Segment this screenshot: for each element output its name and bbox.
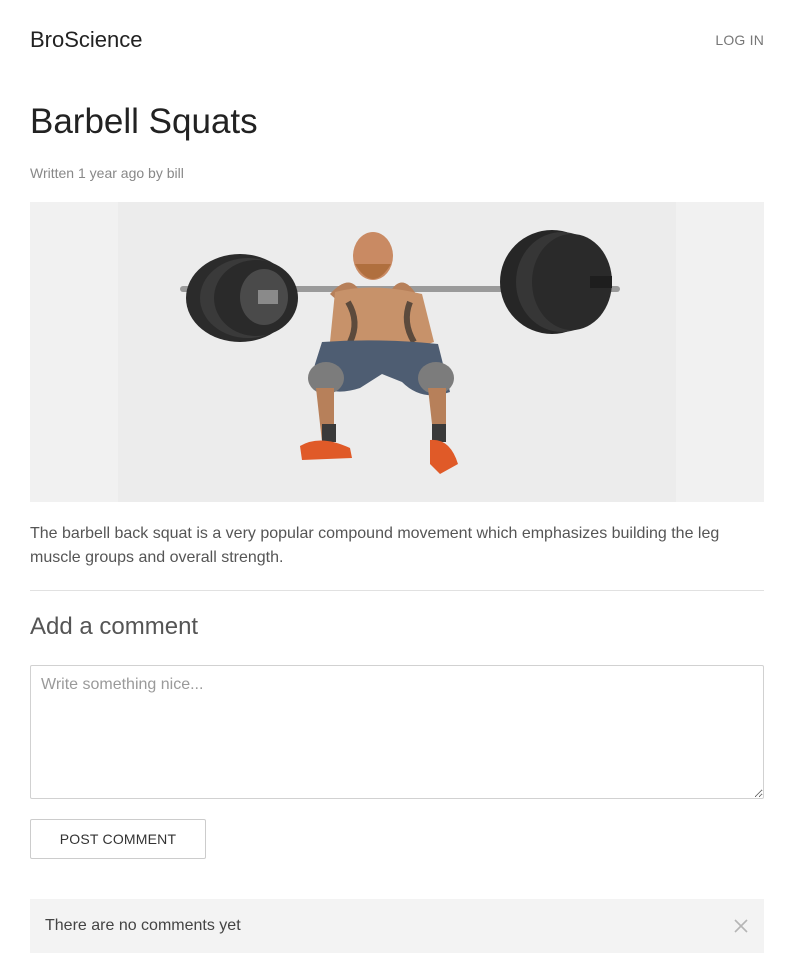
comment-section-heading: Add a comment <box>30 613 199 640</box>
meta-author: bill <box>166 165 184 181</box>
comment-input[interactable] <box>30 665 764 799</box>
meta-by-label: by <box>148 165 163 181</box>
no-comments-message: There are no comments yet <box>45 917 241 934</box>
brand-logo-link[interactable]: BroScience <box>30 26 143 54</box>
left-weight-plates <box>186 254 298 342</box>
squat-illustration <box>180 230 620 474</box>
close-icon[interactable] <box>732 916 750 936</box>
lifter-figure <box>300 232 458 474</box>
article-body: The barbell back squat is a very popular… <box>30 525 720 566</box>
page-container: BroScience LOG IN Barbell Squats Written… <box>30 0 764 953</box>
right-weight-plates <box>500 230 612 334</box>
article-hero-image <box>30 202 764 502</box>
section-divider <box>30 590 764 591</box>
meta-time-ago: 1 year ago <box>77 165 145 181</box>
meta-written-label: Written <box>30 165 75 181</box>
post-comment-button[interactable]: POST COMMENT <box>30 819 206 859</box>
top-navigation: BroScience LOG IN <box>30 0 764 80</box>
article-title: Barbell Squats <box>30 102 258 141</box>
article-meta: Written 1 year ago by bill <box>30 165 184 181</box>
login-link[interactable]: LOG IN <box>715 32 764 48</box>
no-comments-notice: There are no comments yet <box>30 899 764 953</box>
